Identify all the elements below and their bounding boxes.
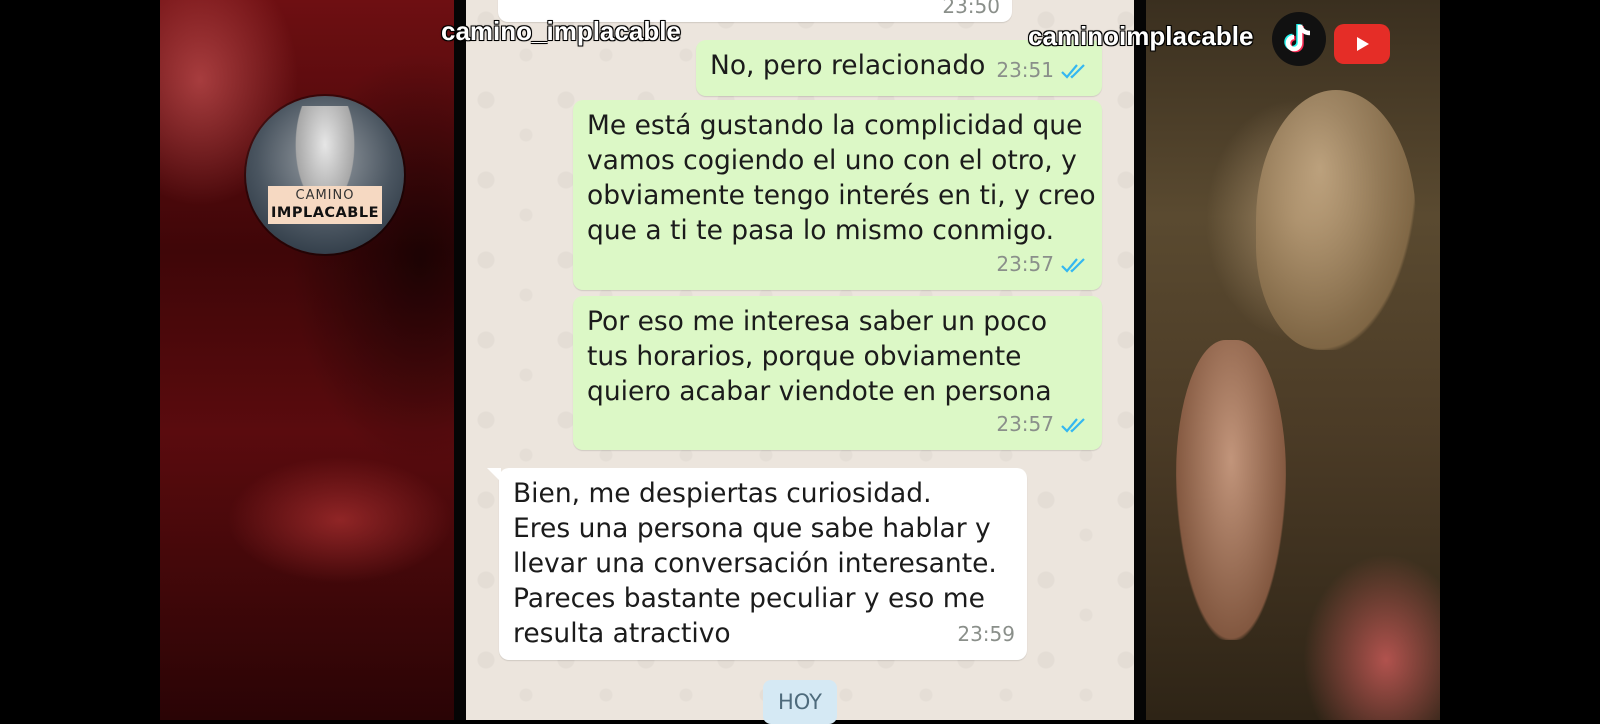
- read-ticks-icon: [1061, 63, 1085, 79]
- message-meta: 23:57: [996, 407, 1090, 442]
- date-separator: HOY: [763, 680, 837, 724]
- bubble-tail: [487, 468, 501, 482]
- message-text: Bien, me despiertas curiosidad. Eres una…: [513, 478, 997, 649]
- tiktok-glyph-icon: [1284, 24, 1311, 53]
- message-time: 23:57: [996, 412, 1054, 436]
- message-incoming[interactable]: Bien, me despiertas curiosidad. Eres una…: [487, 468, 1027, 660]
- message-outgoing[interactable]: Me está gustando la complicidad que vamo…: [573, 100, 1102, 290]
- woman-hair: [1256, 90, 1416, 350]
- watermark-handle-left: camino_implacable: [441, 16, 681, 46]
- message-meta: 23:57: [996, 247, 1090, 282]
- message-text: No, pero relacionado: [710, 50, 986, 81]
- message-text: Me está gustando la complicidad que vamo…: [587, 110, 1096, 246]
- logo-line1: CAMINO: [295, 188, 355, 203]
- message-time: 23:57: [996, 252, 1054, 276]
- message-text: Por eso me interesa saber un poco tus ho…: [587, 306, 1052, 407]
- phone-bezel-left: [454, 0, 466, 720]
- woman-hand: [1176, 340, 1286, 640]
- logo-plate: CAMINO IMPLACABLE: [268, 186, 382, 224]
- channel-logo: CAMINO IMPLACABLE: [246, 96, 404, 254]
- background-right-frame: [1146, 0, 1440, 720]
- tiktok-icon[interactable]: [1272, 12, 1326, 66]
- message-meta: 23:51: [996, 53, 1090, 88]
- play-icon: [1357, 37, 1369, 51]
- message-outgoing[interactable]: Por eso me interesa saber un poco tus ho…: [573, 296, 1102, 450]
- youtube-icon[interactable]: [1334, 24, 1390, 64]
- watermark-handle-right: caminoimplacable: [1028, 21, 1254, 51]
- message-time: 23:59: [957, 622, 1015, 646]
- read-ticks-icon: [1061, 257, 1085, 273]
- phone-bezel-right: [1134, 0, 1146, 720]
- message-time: 23:51: [996, 58, 1054, 82]
- message-time: 23:50: [942, 0, 1000, 18]
- message-meta: 23:59: [957, 617, 1015, 652]
- logo-line2: IMPLACABLE: [271, 205, 379, 221]
- read-ticks-icon: [1061, 417, 1085, 433]
